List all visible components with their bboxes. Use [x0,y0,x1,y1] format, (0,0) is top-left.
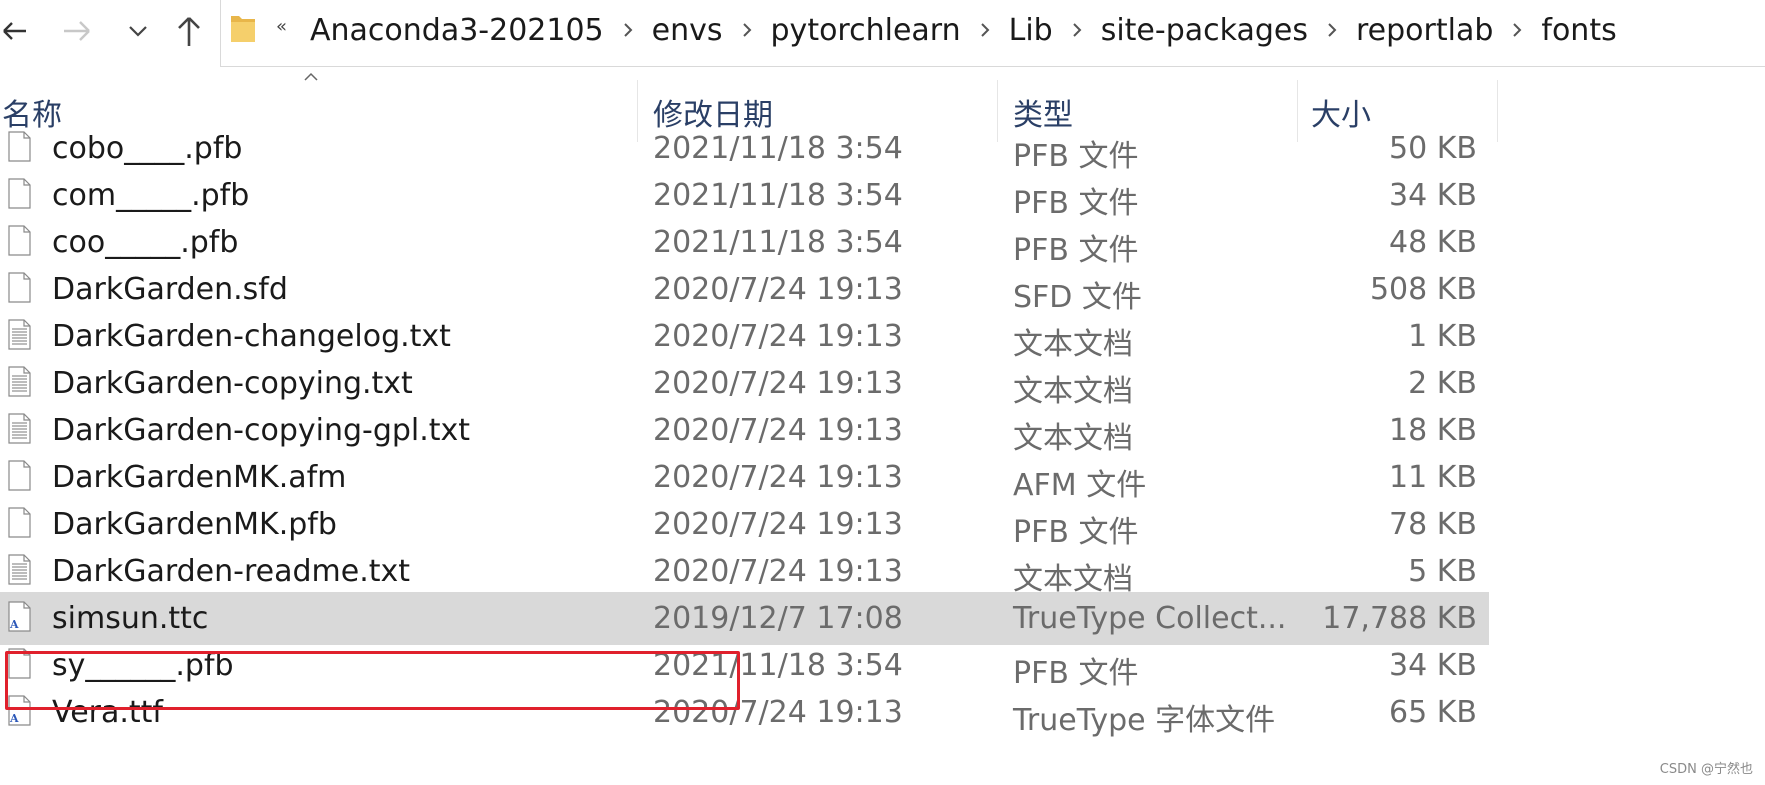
chevron-right-icon [980,23,990,37]
breadcrumb-item[interactable]: reportlab [1354,13,1495,48]
file-name: DarkGarden-copying.txt [52,366,413,401]
file-row[interactable]: DarkGardenMK.afm 2020/7/24 19:13 AFM 文件 11 … [0,451,1489,504]
file-size: 5 KB [1408,554,1477,589]
file-name: coo_____.pfb [52,225,239,260]
file-row[interactable]: DarkGarden-changelog.txt 2020/7/24 19:13 文… [0,310,1489,363]
chevron-right-icon [742,23,751,37]
up-arrow-icon [178,17,200,46]
breadcrumb-separator-button[interactable] [1055,22,1099,38]
file-row-selected[interactable]: Asimsun.ttc 2019/12/7 17:08 TrueType Colle… [0,592,1489,645]
chevron-right-icon [623,23,633,37]
annotation-highlight-box [5,651,740,710]
breadcrumb-item[interactable]: envs [650,13,725,48]
file-row[interactable]: DarkGarden-copying.txt 2020/7/24 19:13 文本文… [0,357,1489,410]
file-row[interactable]: DarkGarden-copying-gpl.txt 2020/7/24 19:1… [0,404,1489,457]
blank-file-icon [8,272,31,303]
watermark: CSDN @宁然也 [1659,762,1753,777]
file-row[interactable]: coo_____.pfb 2021/11/18 3:54 PFB 文件 48 KB [0,216,1489,269]
file-row[interactable]: DarkGarden.sfd 2020/7/24 19:13 SFD 文件 508 K… [0,263,1489,316]
blank-file-icon [8,460,31,491]
file-date: 2020/7/24 19:13 [653,366,903,401]
chevron-right-icon [1513,23,1522,37]
text-file-icon [8,554,31,585]
file-name: com_____.pfb [52,178,250,213]
blank-file-icon [8,225,31,256]
text-file-icon [8,366,31,397]
file-date: 2021/11/18 3:54 [653,178,903,213]
chevron-right-icon [1328,23,1337,37]
svg-text:A: A [9,618,19,631]
font-file-icon: A [8,601,31,632]
address-toolbar: « Anaconda3-202105 envs pytorchlearn Lib sit… [0,0,1765,67]
file-size: 17,788 KB [1322,601,1477,636]
file-date: 2020/7/24 19:13 [653,507,903,542]
file-date: 2019/12/7 17:08 [653,601,903,636]
breadcrumb-separator-button[interactable] [1310,22,1354,38]
file-name: cobo____.pfb [52,131,243,166]
file-size: 34 KB [1389,178,1477,213]
file-row[interactable]: DarkGarden-readme.txt 2020/7/24 19:13 文本文档… [0,545,1489,598]
file-name: DarkGarden.sfd [52,272,288,307]
breadcrumb-separator-button[interactable] [1495,22,1539,38]
file-date: 2020/7/24 19:13 [653,554,903,589]
file-name: DarkGardenMK.afm [52,460,347,495]
file-row[interactable]: cobo____.pfb 2021/11/18 3:54 PFB 文件 50 KB [0,128,1489,175]
chevron-down-icon [129,26,147,37]
breadcrumb-item[interactable]: site-packages [1099,13,1310,48]
file-date: 2021/11/18 3:54 [653,131,903,166]
file-name: DarkGardenMK.pfb [52,507,337,542]
chevron-right-icon [1072,23,1082,37]
breadcrumb-item[interactable]: pytorchlearn [769,13,963,48]
file-size: 508 KB [1369,272,1477,307]
file-size: 48 KB [1389,225,1477,260]
file-date: 2020/7/24 19:13 [653,319,903,354]
recent-locations-button[interactable] [120,10,156,52]
file-row[interactable]: com_____.pfb 2021/11/18 3:54 PFB 文件 34 KB [0,169,1489,222]
breadcrumb-item[interactable]: Lib [1007,13,1055,48]
file-date: 2020/7/24 19:13 [653,272,903,307]
breadcrumb-overflow[interactable]: « [276,16,287,37]
breadcrumb-separator-button[interactable] [963,22,1007,38]
file-name: DarkGarden-changelog.txt [52,319,451,354]
blank-file-icon [8,131,31,162]
file-date: 2020/7/24 19:13 [653,413,903,448]
back-button[interactable] [0,10,30,52]
file-size: 78 KB [1389,507,1477,542]
folder-icon [231,16,255,42]
file-size: 2 KB [1408,366,1477,401]
text-file-icon [8,319,31,350]
svg-text:A: A [9,712,19,725]
breadcrumb-item[interactable]: fonts [1539,13,1618,48]
blank-file-icon [8,507,31,538]
forward-button[interactable] [54,10,100,52]
breadcrumb-item[interactable]: Anaconda3-202105 [308,13,606,48]
file-size: 1 KB [1408,319,1477,354]
text-file-icon [8,413,31,444]
file-name: simsun.ttc [52,601,209,636]
file-size: 11 KB [1389,460,1477,495]
file-size: 34 KB [1389,648,1477,683]
up-button[interactable] [170,10,208,52]
forward-arrow-icon [64,21,90,41]
file-date: 2020/7/24 19:13 [653,460,903,495]
breadcrumb-separator-button[interactable] [606,22,650,38]
file-name: DarkGarden-copying-gpl.txt [52,413,471,448]
file-name: DarkGarden-readme.txt [52,554,411,589]
file-date: 2021/11/18 3:54 [653,225,903,260]
breadcrumb-separator-button[interactable] [725,22,769,38]
file-row[interactable]: DarkGardenMK.pfb 2020/7/24 19:13 PFB 文件 78 … [0,498,1489,551]
file-size: 65 KB [1389,695,1477,730]
back-arrow-icon [3,22,26,40]
file-size: 18 KB [1389,413,1477,448]
file-size: 50 KB [1389,131,1477,166]
breadcrumb: Anaconda3-202105 envs pytorchlearn Lib site-… [308,10,1619,50]
blank-file-icon [8,178,31,209]
